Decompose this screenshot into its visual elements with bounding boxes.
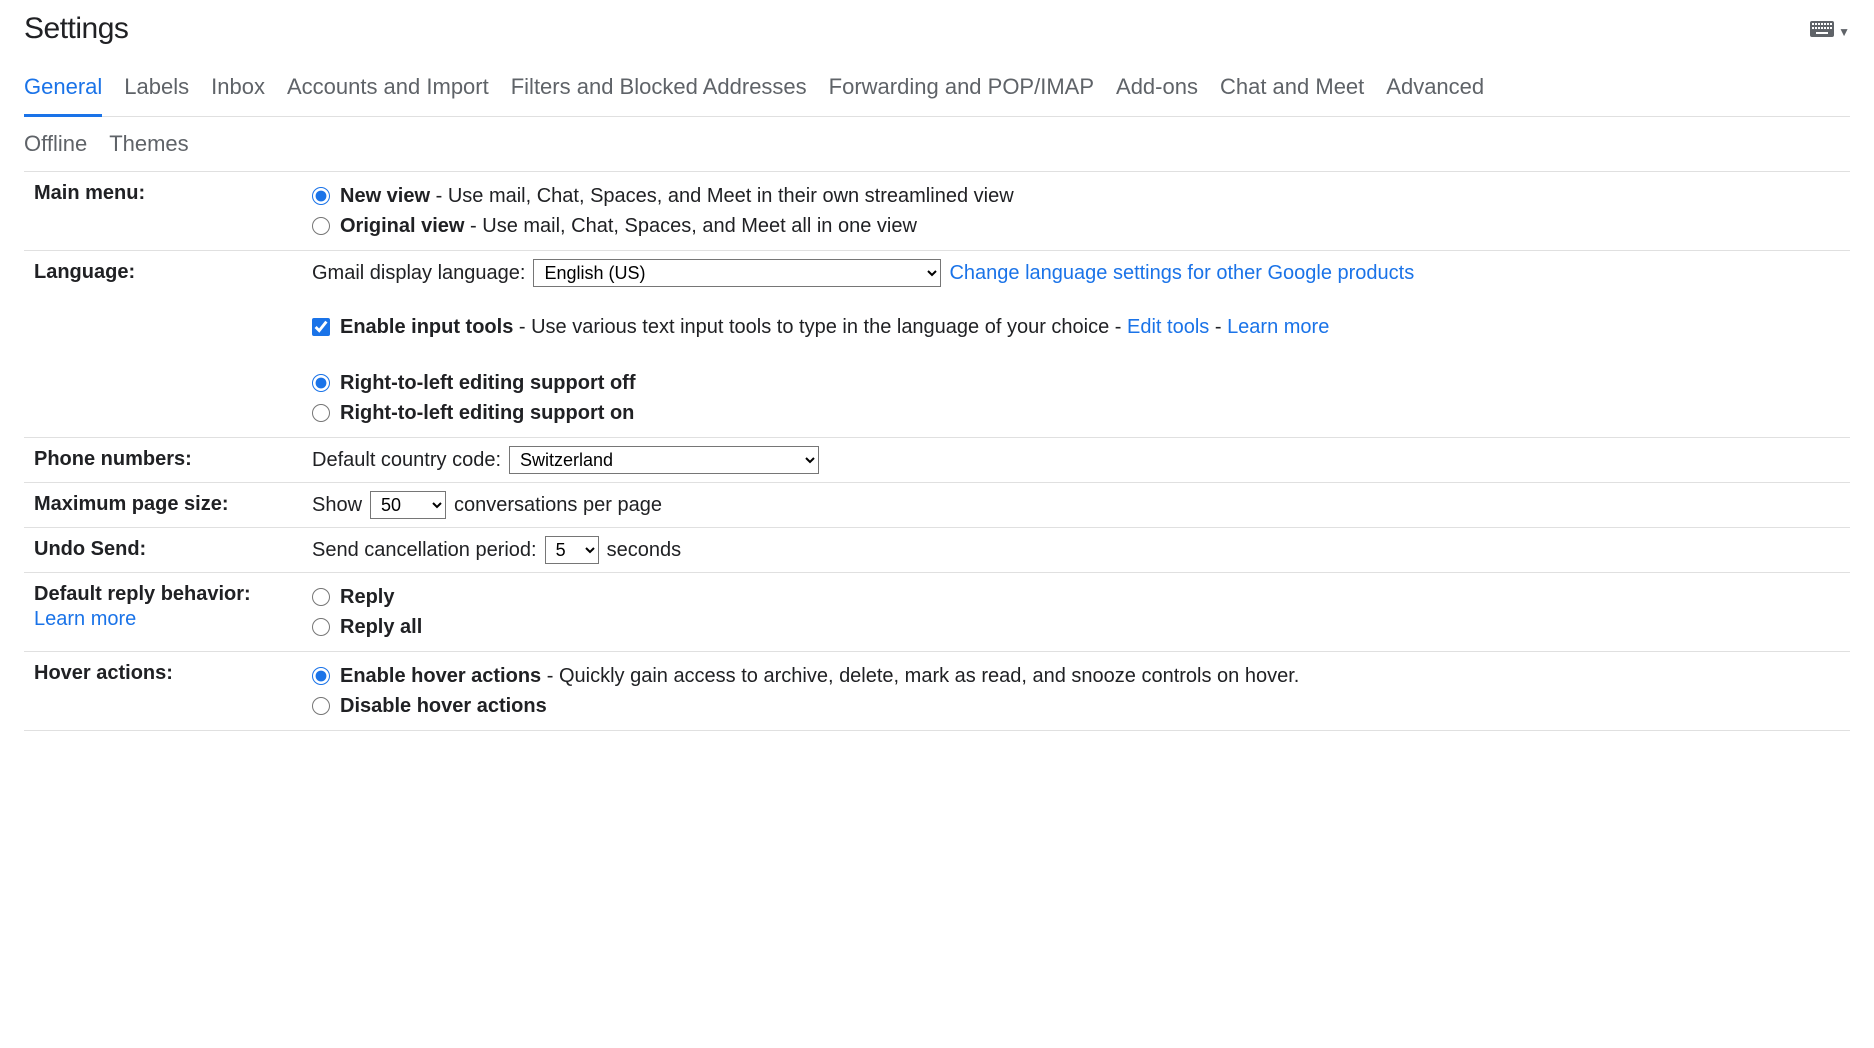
hover-row: Hover actions: Enable hover actions - Qu… xyxy=(24,652,1850,731)
show-label: Show xyxy=(312,494,362,517)
undo-period-select[interactable]: 5 xyxy=(545,536,599,564)
keyboard-icon xyxy=(1810,20,1834,43)
input-tools-dropdown[interactable]: ▼ xyxy=(1810,20,1850,43)
reply-all-option-label: Reply all xyxy=(340,613,422,641)
tab-advanced[interactable]: Advanced xyxy=(1386,68,1484,116)
tab-filters[interactable]: Filters and Blocked Addresses xyxy=(511,68,807,116)
tab-forwarding[interactable]: Forwarding and POP/IMAP xyxy=(829,68,1094,116)
tab-offline[interactable]: Offline xyxy=(24,131,87,157)
tab-chat-meet[interactable]: Chat and Meet xyxy=(1220,68,1364,116)
language-label: Language: xyxy=(34,259,312,429)
page-title: Settings xyxy=(24,12,128,46)
main-menu-original-text: Original view - Use mail, Chat, Spaces, … xyxy=(340,212,917,240)
language-row: Language: Gmail display language: Englis… xyxy=(24,251,1850,438)
reply-radio[interactable] xyxy=(312,588,330,606)
reply-option-label: Reply xyxy=(340,583,394,611)
page-size-select[interactable]: 50 xyxy=(370,491,446,519)
reply-learn-more-link[interactable]: Learn more xyxy=(34,608,312,631)
page-size-label: Maximum page size: xyxy=(34,491,312,519)
tab-general[interactable]: General xyxy=(24,68,102,117)
main-menu-original-radio[interactable] xyxy=(312,217,330,235)
tab-addons[interactable]: Add-ons xyxy=(1116,68,1198,116)
main-menu-new-text: New view - Use mail, Chat, Spaces, and M… xyxy=(340,182,1014,210)
main-menu-row: Main menu: New view - Use mail, Chat, Sp… xyxy=(24,172,1850,251)
caret-down-icon: ▼ xyxy=(1838,25,1850,39)
hover-disable-label: Disable hover actions xyxy=(340,692,547,720)
default-country-select[interactable]: Switzerland xyxy=(509,446,819,474)
hover-disable-radio[interactable] xyxy=(312,697,330,715)
enable-input-tools-text: Enable input tools - Use various text in… xyxy=(340,313,1329,341)
tab-accounts[interactable]: Accounts and Import xyxy=(287,68,489,116)
enable-input-tools-checkbox[interactable] xyxy=(312,318,330,336)
reply-all-radio[interactable] xyxy=(312,618,330,636)
phone-label: Phone numbers: xyxy=(34,446,312,474)
cancel-period-label: Send cancellation period: xyxy=(312,539,537,562)
main-menu-new-radio[interactable] xyxy=(312,187,330,205)
tab-themes[interactable]: Themes xyxy=(109,131,188,157)
rtl-off-label: Right-to-left editing support off xyxy=(340,369,635,397)
hover-enable-text: Enable hover actions - Quickly gain acce… xyxy=(340,662,1299,690)
display-language-label: Gmail display language: xyxy=(312,262,525,285)
tab-inbox[interactable]: Inbox xyxy=(211,68,265,116)
page-size-row: Maximum page size: Show 50 conversations… xyxy=(24,483,1850,528)
phone-row: Phone numbers: Default country code: Swi… xyxy=(24,438,1850,483)
input-tools-learn-more-link[interactable]: Learn more xyxy=(1227,316,1329,338)
hover-enable-radio[interactable] xyxy=(312,667,330,685)
undo-send-row: Undo Send: Send cancellation period: 5 s… xyxy=(24,528,1850,573)
reply-row: Default reply behavior: Learn more Reply… xyxy=(24,573,1850,652)
hover-label: Hover actions: xyxy=(34,660,312,722)
seconds-label: seconds xyxy=(607,539,682,562)
rtl-on-label: Right-to-left editing support on xyxy=(340,399,634,427)
rtl-off-radio[interactable] xyxy=(312,374,330,392)
default-country-label: Default country code: xyxy=(312,449,501,472)
per-page-label: conversations per page xyxy=(454,494,662,517)
rtl-on-radio[interactable] xyxy=(312,404,330,422)
display-language-select[interactable]: English (US) xyxy=(533,259,941,287)
edit-tools-link[interactable]: Edit tools xyxy=(1127,316,1209,338)
settings-tabs-row1: General Labels Inbox Accounts and Import… xyxy=(24,68,1850,117)
reply-label: Default reply behavior: Learn more xyxy=(34,581,312,643)
main-menu-label: Main menu: xyxy=(34,180,312,242)
settings-tabs-row2: Offline Themes xyxy=(24,117,1850,171)
undo-send-label: Undo Send: xyxy=(34,536,312,564)
change-language-link[interactable]: Change language settings for other Googl… xyxy=(949,262,1414,285)
tab-labels[interactable]: Labels xyxy=(124,68,189,116)
